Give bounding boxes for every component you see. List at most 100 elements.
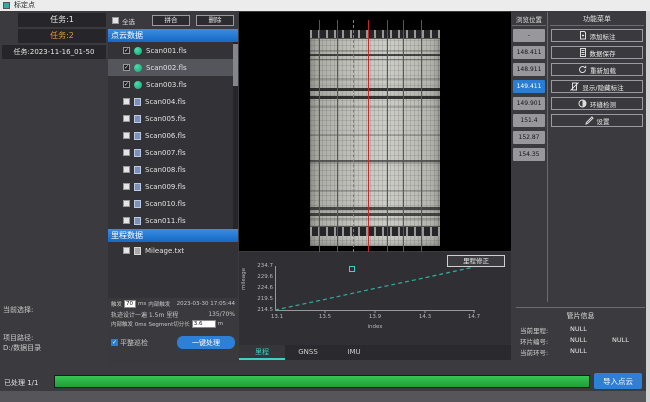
scan-list-item[interactable]: Scan007.fls: [108, 144, 238, 161]
position-item[interactable]: 154.35: [513, 148, 545, 161]
mileage-list-item[interactable]: Mileage.txt: [108, 242, 238, 259]
checkbox[interactable]: [123, 115, 130, 122]
scan-list-item[interactable]: Scan011.fls: [108, 212, 238, 229]
segment-unit: m: [218, 321, 223, 327]
scan-list-item[interactable]: Scan010.fls: [108, 195, 238, 212]
process-row: 平整巡检 一键处理: [111, 336, 235, 349]
scan-file-name: Scan009.fls: [145, 183, 186, 191]
scan-list-item[interactable]: Scan008.fls: [108, 161, 238, 178]
menu-item-add-annotation[interactable]: 添加标注: [551, 29, 643, 42]
import-pointcloud-button[interactable]: 导入点云: [594, 373, 642, 389]
position-item[interactable]: 152.87: [513, 131, 545, 144]
add-document-icon: [579, 31, 587, 40]
file-icon: [134, 217, 141, 225]
checkbox[interactable]: [123, 64, 130, 71]
flatten-checkbox[interactable]: [111, 339, 118, 346]
tab-gnss[interactable]: GNSS: [285, 345, 331, 360]
scan-viewport[interactable]: [239, 12, 511, 251]
position-item[interactable]: 148.411: [513, 46, 545, 59]
checkbox[interactable]: [123, 247, 130, 254]
mileage-chart-panel: 里程修正 mileage 234.7 229.6 224.6 219.5 214…: [239, 252, 511, 345]
edit-icon: [585, 116, 594, 125]
position-item[interactable]: 149.901: [513, 97, 545, 110]
menu-item-label: 数据保存: [590, 48, 616, 58]
trigger-mode: 内部触发: [148, 300, 170, 308]
position-item-selected[interactable]: 149.411: [513, 80, 545, 93]
menu-item-settings[interactable]: 设置: [551, 114, 643, 127]
mileage-list: Mileage.txt: [108, 242, 238, 298]
pointcloud-loaded-icon: [134, 47, 142, 55]
scan-list-item[interactable]: Scan003.fls: [108, 76, 238, 93]
menu-item-reload[interactable]: 重新加载: [551, 63, 643, 76]
checkbox[interactable]: [123, 81, 130, 88]
task-item-1[interactable]: 任务:1: [18, 13, 106, 27]
file-icon: [134, 183, 141, 191]
checkbox[interactable]: [123, 132, 130, 139]
ring-number-value: NULL: [570, 336, 587, 344]
ring-line: [368, 20, 369, 252]
scan-file-name: Scan004.fls: [145, 98, 186, 106]
ring-line: [403, 20, 404, 252]
menu-item-label: 设置: [597, 116, 610, 126]
scan-list-item[interactable]: Scan005.fls: [108, 110, 238, 127]
text-file-icon: [134, 247, 141, 255]
y-axis-label: mileage: [241, 268, 247, 290]
position-item[interactable]: -: [513, 29, 545, 42]
trigger-input[interactable]: [124, 300, 136, 308]
tab-mileage[interactable]: 里程: [239, 345, 285, 360]
scan-list-item[interactable]: Scan001.fls: [108, 42, 238, 59]
track-value: 135/70%: [208, 311, 235, 318]
pointcloud-loaded-icon: [134, 64, 142, 72]
scrollbar-thumb[interactable]: [233, 44, 238, 86]
scan-list-item[interactable]: Scan006.fls: [108, 127, 238, 144]
checkbox[interactable]: [123, 200, 130, 207]
checkbox[interactable]: [123, 183, 130, 190]
select-all-checkbox[interactable]: [112, 17, 119, 24]
scan-list-item[interactable]: Scan004.fls: [108, 93, 238, 110]
current-ring-label: 当前环号:: [520, 347, 548, 357]
process-button[interactable]: 一键处理: [177, 336, 235, 349]
checkbox[interactable]: [123, 149, 130, 156]
current-mileage-label: 当前里程:: [520, 325, 548, 335]
checkbox[interactable]: [123, 166, 130, 173]
menu-item-label: 添加标注: [590, 31, 616, 41]
checkbox[interactable]: [123, 98, 130, 105]
processed-label: 已处理 1/1: [4, 378, 39, 388]
segment-info-row: 内部触发 0ms Segment切分长 m: [111, 320, 235, 328]
track-label: 轨迹设计一遍 1.5m 里程: [111, 310, 178, 319]
file-icon: [134, 200, 141, 208]
position-item[interactable]: 151.4: [513, 114, 545, 127]
checkbox[interactable]: [123, 47, 130, 54]
menu-item-ring-seam[interactable]: 环缝检测: [551, 97, 643, 110]
checkbox[interactable]: [123, 217, 130, 224]
segment-length-input[interactable]: [192, 320, 216, 328]
scan-list-item[interactable]: Scan002.fls: [108, 59, 238, 76]
trigger-info-row: 触发 ms 内部触发 2023-03-30 17:05:44: [111, 300, 235, 308]
mileage-file-name: Mileage.txt: [145, 247, 184, 255]
ring-number-value-2: NULL: [612, 336, 629, 344]
track-info-row: 轨迹设计一遍 1.5m 里程 135/70%: [111, 310, 235, 319]
tab-imu[interactable]: IMU: [331, 345, 377, 360]
mileage-section-header: 里程数据: [108, 229, 238, 242]
menu-item-toggle-annotation[interactable]: 显示/隐藏标注: [551, 80, 643, 93]
scan-list-scrollbar[interactable]: [233, 42, 238, 229]
file-icon: [134, 98, 141, 106]
scan-list-item[interactable]: Scan009.fls: [108, 178, 238, 195]
file-panel: 全选 拼合 删除 点云数据 Scan001.fls Scan002.fls Sc…: [108, 12, 238, 365]
menu-item-save-data[interactable]: 数据保存: [551, 46, 643, 59]
y-tick: 224.6: [251, 285, 273, 291]
scan-file-name: Scan003.fls: [146, 81, 187, 89]
merge-button[interactable]: 拼合: [152, 15, 190, 26]
notebook-icon: [579, 48, 587, 57]
current-ring-value: NULL: [570, 347, 587, 355]
x-tick: 14.7: [462, 314, 486, 320]
divider: [550, 25, 644, 26]
delete-button[interactable]: 删除: [196, 15, 234, 26]
trigger-unit: ms: [138, 301, 146, 307]
refresh-icon: [578, 65, 587, 74]
task-item-2[interactable]: 任务:2: [18, 29, 106, 43]
position-item[interactable]: 148.911: [513, 63, 545, 76]
segment-label: Segment切分长: [148, 320, 189, 328]
task-item-3[interactable]: 任务:2023-11-16_01-50: [2, 45, 106, 59]
window-right-edge: [646, 11, 650, 402]
